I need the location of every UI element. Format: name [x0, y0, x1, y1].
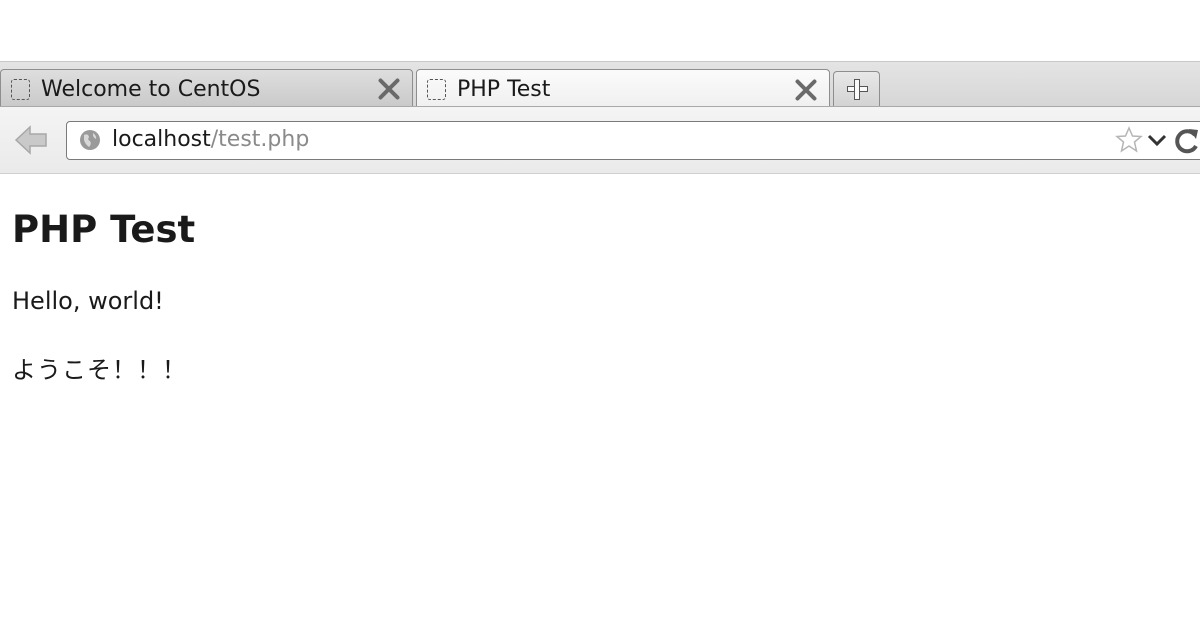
close-icon[interactable]	[376, 76, 402, 102]
tab-welcome-centos[interactable]: Welcome to CentOS	[0, 69, 413, 108]
address-bar[interactable]: localhost/test.php	[66, 121, 1200, 160]
star-icon[interactable]	[1115, 126, 1143, 154]
close-icon[interactable]	[793, 77, 819, 103]
tab-title: Welcome to CentOS	[41, 76, 261, 102]
hello-paragraph: Hello, world!	[12, 287, 164, 315]
tab-strip: Welcome to CentOS PHP Test	[0, 61, 1200, 109]
url-text[interactable]: localhost/test.php	[112, 127, 309, 152]
back-button[interactable]	[14, 123, 48, 157]
blank-page-icon	[11, 78, 30, 100]
back-arrow-icon	[14, 125, 47, 155]
navigation-toolbar: localhost/test.php	[0, 106, 1200, 174]
url-host: localhost	[112, 127, 211, 152]
globe-icon	[80, 130, 100, 150]
url-path: /test.php	[210, 127, 310, 152]
blank-page-icon	[427, 79, 446, 100]
chevron-down-icon[interactable]	[1146, 130, 1168, 150]
welcome-paragraph: ようこそ！！！	[12, 356, 187, 384]
tab-title: PHP Test	[457, 77, 551, 102]
desktop-background	[0, 0, 1200, 61]
new-tab-button[interactable]	[833, 71, 880, 108]
reload-icon[interactable]	[1173, 126, 1200, 156]
page-heading: PHP Test	[12, 208, 196, 251]
tab-php-test[interactable]: PHP Test	[416, 69, 830, 109]
